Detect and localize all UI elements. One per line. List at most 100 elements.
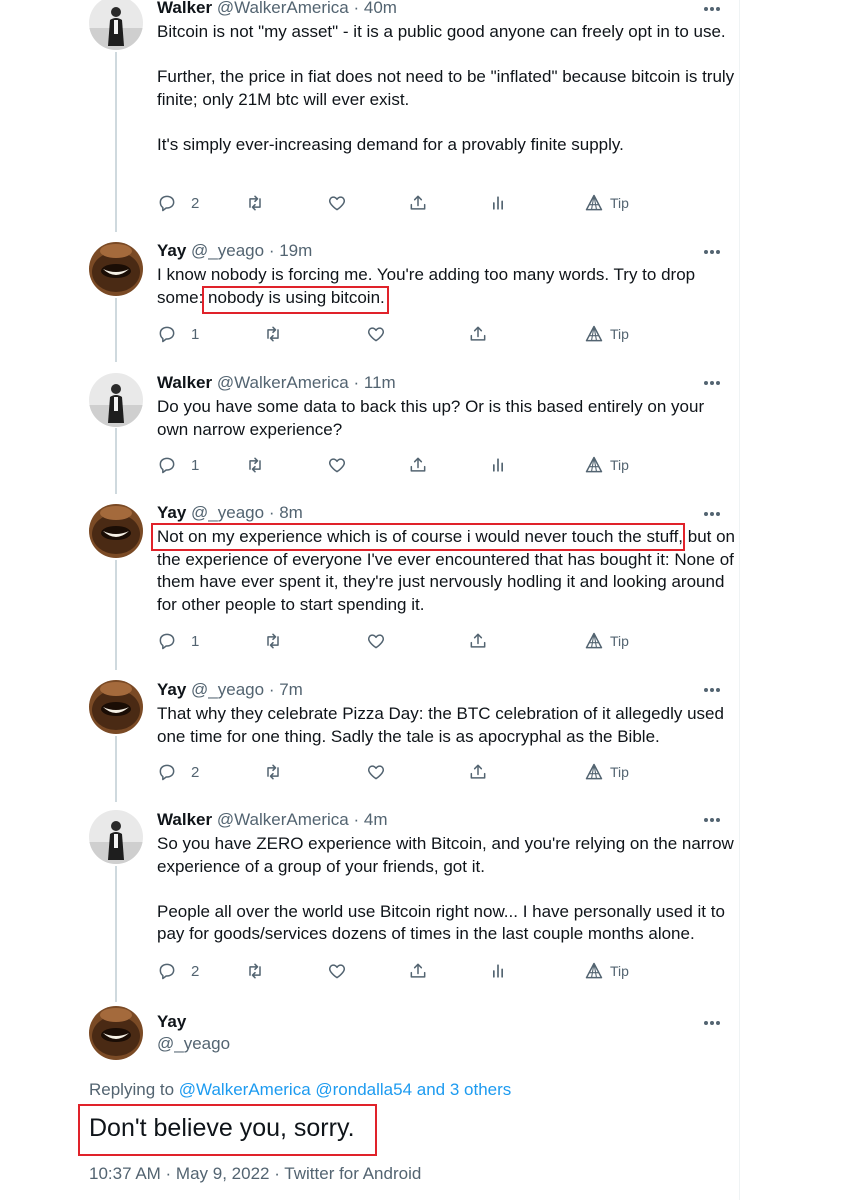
share-button[interactable] (468, 323, 488, 345)
retweet-button[interactable] (263, 323, 283, 345)
timestamp[interactable]: 19m (279, 241, 312, 260)
retweet-button[interactable] (245, 192, 265, 214)
retweet-button[interactable] (263, 761, 283, 783)
author-name[interactable]: Walker (157, 810, 212, 829)
share-button[interactable] (408, 960, 428, 982)
highlight-box (151, 523, 685, 551)
separator: · (353, 0, 360, 17)
timestamp[interactable]: 11m (364, 373, 396, 392)
author-name[interactable]: Yay (157, 503, 186, 522)
analytics-button[interactable] (488, 960, 508, 982)
tweet[interactable]: Walker @WalkerAmerica · 40m Bitcoin is n… (0, 0, 740, 220)
tweet-text: So you have ZERO experience with Bitcoin… (157, 833, 737, 946)
timestamp[interactable]: 40m (364, 0, 397, 17)
avatar-yay[interactable] (89, 1006, 143, 1060)
replying-label: Replying to (89, 1080, 175, 1099)
tweet[interactable]: Walker @WalkerAmerica · 4m So you have Z… (0, 810, 740, 990)
retweet-icon (245, 193, 265, 213)
author-handle[interactable]: @WalkerAmerica (217, 373, 349, 392)
share-button[interactable] (408, 454, 428, 476)
more-icon[interactable] (702, 245, 722, 257)
reply-button[interactable]: 1 (157, 630, 199, 652)
share-button[interactable] (468, 630, 488, 652)
tip-button[interactable]: Tip (584, 192, 629, 214)
tip-button[interactable]: Tip (584, 960, 629, 982)
reply-count: 1 (191, 325, 200, 343)
like-button[interactable] (366, 630, 386, 652)
reply-button[interactable]: 2 (157, 192, 199, 214)
reply-button[interactable]: 2 (157, 761, 199, 783)
tip-label: Tip (610, 195, 629, 211)
avatar-yay[interactable] (89, 504, 143, 558)
replying-links[interactable]: @WalkerAmerica @rondalla54 and 3 others (179, 1080, 511, 1099)
more-icon[interactable] (702, 1016, 722, 1028)
share-icon (468, 631, 488, 651)
avatar-walker[interactable] (89, 373, 143, 427)
author-name[interactable]: Yay (157, 241, 186, 260)
tweet-actions: 1 Tip (0, 323, 740, 345)
tip-button[interactable]: Tip (584, 630, 629, 652)
author-handle[interactable]: @WalkerAmerica (217, 810, 349, 829)
avatar-walker[interactable] (89, 0, 143, 50)
like-button[interactable] (366, 323, 386, 345)
share-icon (408, 455, 428, 475)
tip-button[interactable]: Tip (584, 761, 629, 783)
tweet[interactable]: Walker @WalkerAmerica · 11m Do you have … (0, 373, 740, 485)
avatar-yay[interactable] (89, 242, 143, 296)
author-handle[interactable]: @_yeago (191, 680, 264, 699)
share-button[interactable] (408, 192, 428, 214)
tip-icon (584, 193, 604, 213)
share-button[interactable] (468, 761, 488, 783)
analytics-button[interactable] (488, 192, 508, 214)
reply-icon (157, 193, 177, 213)
retweet-button[interactable] (263, 630, 283, 652)
author-name[interactable]: Yay (157, 680, 186, 699)
reply-button[interactable]: 1 (157, 323, 199, 345)
author-handle[interactable]: @_yeago (191, 503, 264, 522)
more-icon[interactable] (702, 2, 722, 14)
author-name[interactable]: Walker (157, 0, 212, 17)
like-button[interactable] (366, 761, 386, 783)
timestamp[interactable]: 7m (279, 680, 303, 699)
more-icon[interactable] (702, 683, 722, 695)
reply-button[interactable]: 1 (157, 454, 199, 476)
reply-icon (157, 762, 177, 782)
tip-button[interactable]: Tip (584, 454, 629, 476)
avatar-yay[interactable] (89, 680, 143, 734)
reply-button[interactable]: 2 (157, 960, 199, 982)
tip-icon (584, 455, 604, 475)
tweet-actions: 1 Tip (0, 630, 740, 652)
share-icon (408, 961, 428, 981)
timestamp[interactable]: 8m (279, 503, 303, 522)
analytics-icon (488, 193, 508, 213)
author-name[interactable]: Walker (157, 373, 212, 392)
like-button[interactable] (327, 454, 347, 476)
tweet-actions: 1 Tip (0, 454, 740, 476)
author-handle[interactable]: @_yeago (191, 241, 264, 260)
like-button[interactable] (327, 960, 347, 982)
more-icon[interactable] (702, 507, 722, 519)
highlight-box (202, 286, 389, 314)
tweet-actions: 2 Tip (0, 192, 740, 214)
share-icon (468, 324, 488, 344)
more-icon[interactable] (702, 813, 722, 825)
tweet-meta[interactable]: 10:37 AM · May 9, 2022 · Twitter for And… (89, 1164, 421, 1184)
avatar-walker[interactable] (89, 810, 143, 864)
like-icon (366, 762, 386, 782)
reply-icon (157, 961, 177, 981)
tweet-paragraph: Bitcoin is not "my asset" - it is a publ… (157, 22, 726, 41)
more-icon[interactable] (702, 376, 722, 388)
separator: · (268, 680, 275, 699)
replying-to: Replying to @WalkerAmerica @rondalla54 a… (89, 1080, 511, 1100)
tip-button[interactable]: Tip (584, 323, 629, 345)
analytics-button[interactable] (488, 454, 508, 476)
main-author-name[interactable]: Yay (157, 1012, 186, 1032)
author-handle[interactable]: @WalkerAmerica (217, 0, 349, 17)
tweet[interactable]: Yay @_yeago · 7m That why they celebrate… (0, 680, 740, 792)
retweet-button[interactable] (245, 454, 265, 476)
tweet-paragraph: So you have ZERO experience with Bitcoin… (157, 834, 734, 876)
like-button[interactable] (327, 192, 347, 214)
timestamp[interactable]: 4m (364, 810, 388, 829)
main-author-handle[interactable]: @_yeago (157, 1034, 230, 1054)
retweet-button[interactable] (245, 960, 265, 982)
